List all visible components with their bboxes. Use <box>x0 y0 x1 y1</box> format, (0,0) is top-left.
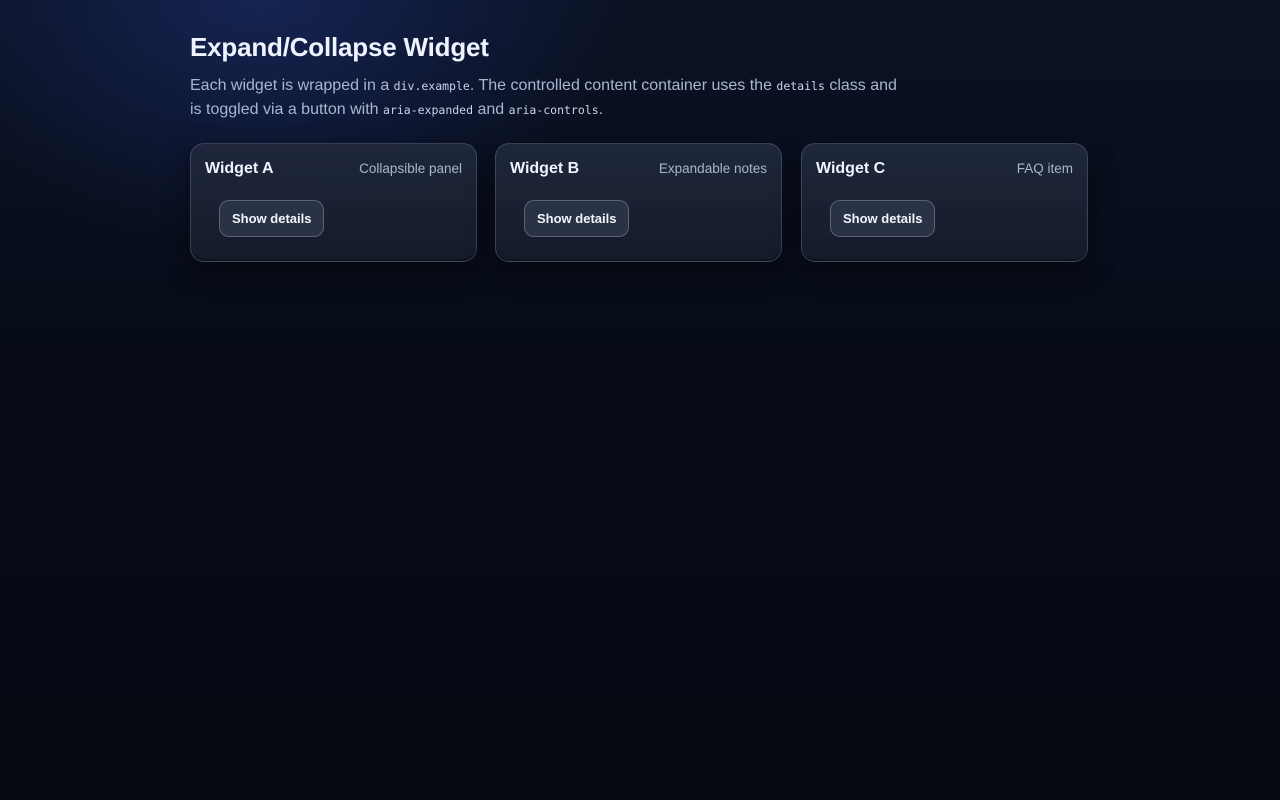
widget-subtitle: Expandable notes <box>658 161 767 176</box>
widget-title: Widget A <box>205 160 274 177</box>
intro-code-details: details <box>776 79 825 93</box>
widget-subtitle: Collapsible panel <box>359 161 462 176</box>
intro-code-aria-expanded: aria-expanded <box>383 103 474 117</box>
widget-title: Widget B <box>510 160 580 177</box>
intro-text-4: and <box>473 101 509 118</box>
widget-header: Widget A Collapsible panel <box>205 160 462 178</box>
widget-card-b: Widget B Expandable notes Show details <box>495 143 782 262</box>
widget-header: Widget B Expandable notes <box>510 160 767 178</box>
widget-grid: Widget A Collapsible panel Show details … <box>190 143 1090 264</box>
show-details-button[interactable]: Show details <box>830 200 936 237</box>
intro-text-1: Each widget is wrapped in a <box>190 77 394 94</box>
show-details-button[interactable]: Show details <box>524 200 630 237</box>
widget-header: Widget C FAQ item <box>816 160 1073 178</box>
widget-card-c: Widget C FAQ item Show details <box>801 143 1088 262</box>
intro-text-5: . <box>598 101 604 118</box>
widget-subtitle: FAQ item <box>1016 161 1073 176</box>
widget-card-a: Widget A Collapsible panel Show details <box>190 143 477 262</box>
intro-code-aria-controls: aria-controls <box>508 103 599 117</box>
intro-text-2: . The controlled content container uses … <box>469 77 777 94</box>
show-details-button[interactable]: Show details <box>219 200 325 237</box>
intro-code-div-example: div.example <box>393 79 470 93</box>
page-container: Expand/Collapse Widget Each widget is wr… <box>190 30 1090 262</box>
page-intro: Each widget is wrapped in a div.example.… <box>190 74 910 122</box>
page-title: Expand/Collapse Widget <box>190 32 489 62</box>
widget-title: Widget C <box>816 160 886 177</box>
